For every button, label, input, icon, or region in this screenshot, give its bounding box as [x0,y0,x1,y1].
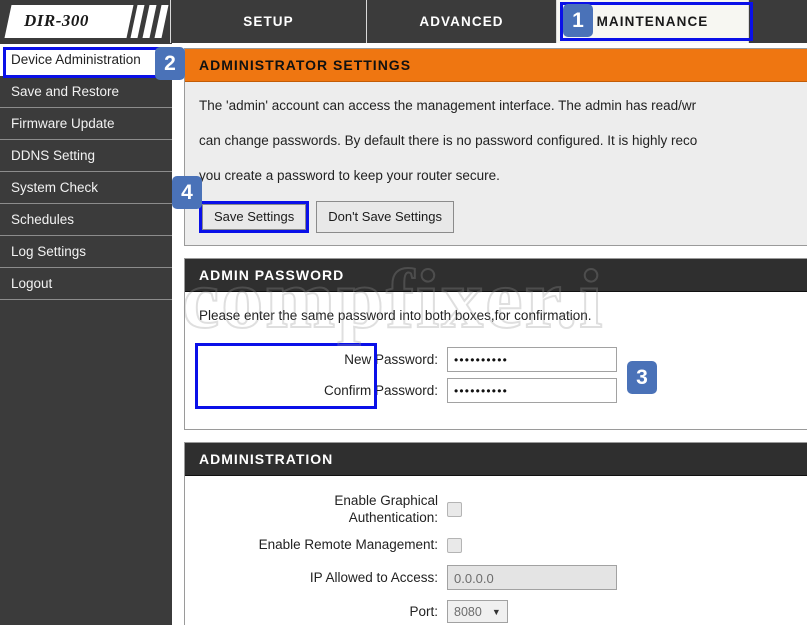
administration-header: ADMINISTRATION [185,443,807,476]
sidebar-item-save-and-restore[interactable]: Save and Restore [0,76,172,108]
password-fields-group: New Password: •••••••••• Confirm Passwor… [195,343,617,409]
sidebar-item-log-settings[interactable]: Log Settings [0,236,172,268]
port-label: Port: [409,603,438,619]
administrator-settings-header: ADMINISTRATOR SETTINGS [185,49,807,82]
new-password-row: New Password: •••••••••• [199,347,617,372]
graphical-auth-label: Enable Graphical Authentication: [199,492,447,526]
nav-tab-list: SETUP ADVANCED MAINTENANCE [170,0,807,43]
save-settings-button[interactable]: Save Settings [202,204,307,230]
settings-button-row: Save Settings Don't Save Settings [199,201,807,233]
ip-allowed-input[interactable]: 0.0.0.0 [447,565,617,590]
remote-management-label: Enable Remote Management: [258,537,438,552]
brand-model-label: DIR-300 [24,11,89,30]
ip-allowed-label: IP Allowed to Access: [309,569,438,585]
administrator-settings-body: The 'admin' account can access the manag… [185,82,807,245]
confirm-password-label: Confirm Password: [323,382,438,398]
new-password-input[interactable]: •••••••••• [447,347,617,372]
port-select-value: 8080 [454,604,482,619]
graphical-auth-label-line2: Authentication: [348,510,438,525]
admin-password-header: ADMIN PASSWORD [185,259,807,292]
save-settings-highlight: Save Settings [199,201,310,233]
brand-logo: DIR-300 [0,0,170,43]
administration-body: Enable Graphical Authentication: Enable … [185,476,807,625]
sidebar-item-device-administration[interactable]: Device Administration [0,44,172,76]
sidebar-item-schedules[interactable]: Schedules [0,204,172,236]
graphical-auth-label-line1: Enable Graphical [334,493,438,508]
ip-allowed-row: IP Allowed to Access: 0.0.0.0 [199,565,807,590]
administrator-settings-description-line2: can change passwords. By default there i… [199,133,698,148]
sidebar: Device Administration Save and Restore F… [0,43,175,625]
graphical-auth-checkbox[interactable] [447,501,462,517]
nav-tab-empty [748,0,807,43]
port-row: Port: 8080 ▼ [199,600,807,623]
admin-password-instruction: Please enter the same password into both… [199,308,592,323]
administrator-settings-panel: ADMINISTRATOR SETTINGS The 'admin' accou… [184,48,807,246]
sidebar-item-logout[interactable]: Logout [0,268,172,300]
confirm-password-input[interactable]: •••••••••• [447,378,617,403]
sidebar-item-firmware-update[interactable]: Firmware Update [0,108,172,140]
admin-password-panel: ADMIN PASSWORD Please enter the same pas… [184,258,807,430]
port-select[interactable]: 8080 ▼ [447,600,508,623]
sidebar-item-ddns-setting[interactable]: DDNS Setting [0,140,172,172]
dont-save-settings-button[interactable]: Don't Save Settings [316,201,454,233]
annotation-badge-1: 1 [563,4,593,37]
administration-panel: ADMINISTRATION Enable Graphical Authenti… [184,442,807,625]
annotation-badge-4: 4 [172,176,202,209]
router-admin-page: DIR-300 SETUP ADVANCED MAINTENANCE Devic… [0,0,807,625]
main-content: ADMINISTRATOR SETTINGS The 'admin' accou… [178,43,807,625]
remote-management-checkbox[interactable] [447,537,462,553]
graphical-auth-row: Enable Graphical Authentication: [199,492,807,526]
chevron-down-icon: ▼ [491,606,501,617]
top-navigation-bar: DIR-300 SETUP ADVANCED MAINTENANCE [0,0,807,43]
nav-tab-setup[interactable]: SETUP [170,0,366,43]
confirm-password-row: Confirm Password: •••••••••• [199,378,617,403]
new-password-label: New Password: [344,351,438,367]
admin-password-body: Please enter the same password into both… [185,292,807,429]
remote-management-row: Enable Remote Management: [199,536,807,554]
annotation-badge-3: 3 [627,361,657,394]
administrator-settings-description-line1: The 'admin' account can access the manag… [199,98,697,113]
sidebar-item-system-check[interactable]: System Check [0,172,172,204]
brand-slash-icon [154,5,169,38]
administrator-settings-description-line3: you create a password to keep your route… [199,168,500,183]
nav-tab-advanced[interactable]: ADVANCED [366,0,556,43]
annotation-badge-2: 2 [155,47,185,80]
